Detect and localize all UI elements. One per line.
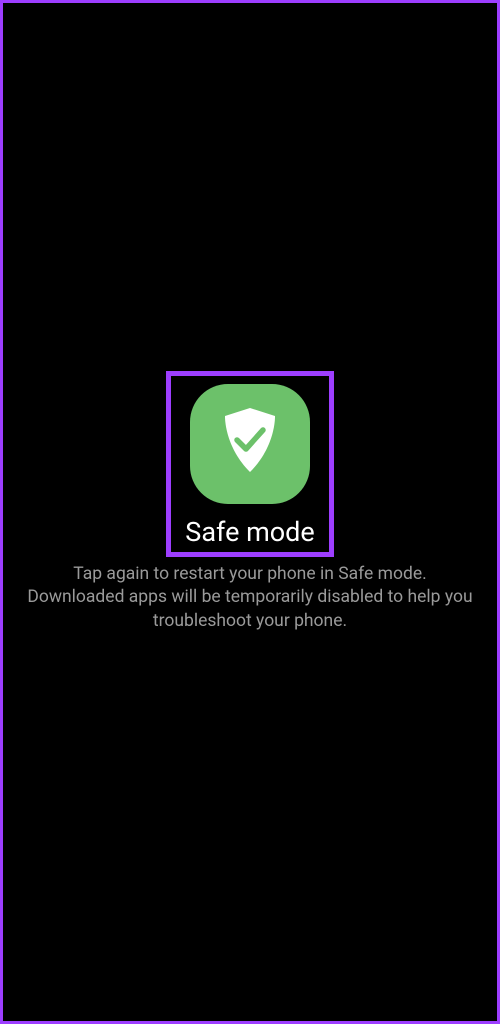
shield-check-icon-container — [190, 384, 310, 504]
safe-mode-title: Safe mode — [185, 516, 314, 548]
safe-mode-button[interactable]: Safe mode — [166, 371, 333, 557]
safe-mode-container: Safe mode Tap again to restart your phon… — [3, 371, 497, 634]
safe-mode-description: Tap again to restart your phone in Safe … — [23, 563, 477, 634]
shield-check-icon — [219, 406, 281, 482]
